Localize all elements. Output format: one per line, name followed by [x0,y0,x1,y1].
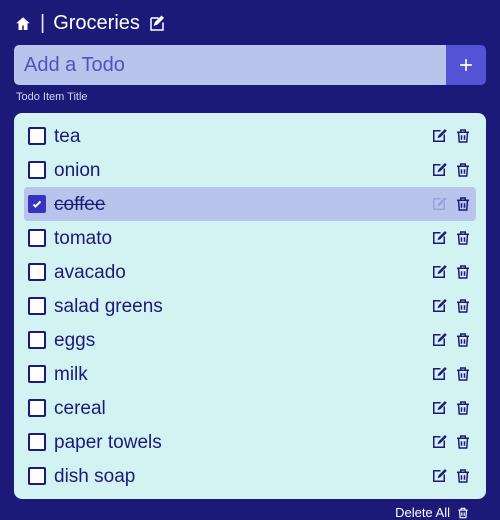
list-item: onion [24,153,476,187]
checkbox[interactable] [28,127,46,145]
checkbox[interactable] [28,195,46,213]
item-actions [430,297,472,315]
add-todo-button[interactable] [446,45,486,85]
edit-icon[interactable] [430,467,448,485]
trash-icon[interactable] [454,433,472,451]
trash-icon[interactable] [454,161,472,179]
item-label: milk [54,365,422,384]
list-item: milk [24,357,476,391]
edit-icon[interactable] [430,331,448,349]
todo-list: tea onion coffee tomato avacado salad greens e… [14,113,486,499]
home-icon[interactable] [14,15,32,33]
delete-all-button[interactable]: Delete All [395,505,450,520]
checkbox[interactable] [28,467,46,485]
list-item: eggs [24,323,476,357]
trash-icon[interactable] [454,263,472,281]
checkbox[interactable] [28,263,46,281]
add-todo-input[interactable] [14,45,446,85]
list-item: tomato [24,221,476,255]
input-helper-text: Todo Item Title [16,91,486,103]
list-item: salad greens [24,289,476,323]
list-item: coffee [24,187,476,221]
list-item: tea [24,119,476,153]
item-actions [430,229,472,247]
list-item: paper towels [24,425,476,459]
list-item: cereal [24,391,476,425]
trash-icon[interactable] [454,127,472,145]
item-label: cereal [54,399,422,418]
trash-icon[interactable] [456,506,470,520]
edit-icon[interactable] [430,297,448,315]
checkbox[interactable] [28,229,46,247]
item-actions [430,365,472,383]
add-todo-row [14,45,486,85]
trash-icon[interactable] [454,229,472,247]
checkbox[interactable] [28,297,46,315]
item-label: eggs [54,331,422,350]
checkbox[interactable] [28,399,46,417]
trash-icon[interactable] [454,331,472,349]
checkbox[interactable] [28,365,46,383]
edit-icon[interactable] [430,161,448,179]
trash-icon[interactable] [454,195,472,213]
footer: Delete All [14,499,486,520]
breadcrumb-separator: | [40,12,45,35]
trash-icon[interactable] [454,399,472,417]
checkbox[interactable] [28,433,46,451]
edit-icon[interactable] [430,195,448,213]
item-label: avacado [54,263,422,282]
item-label: tomato [54,229,422,248]
list-item: dish soap [24,459,476,493]
checkbox[interactable] [28,331,46,349]
breadcrumb: | Groceries [14,12,486,35]
list-item: avacado [24,255,476,289]
item-actions [430,399,472,417]
edit-list-icon[interactable] [148,15,166,33]
item-label: salad greens [54,297,422,316]
item-label: onion [54,161,422,180]
trash-icon[interactable] [454,297,472,315]
plus-icon [456,55,476,75]
item-actions [430,161,472,179]
item-label: tea [54,127,422,146]
list-title: Groceries [53,12,140,35]
trash-icon[interactable] [454,365,472,383]
edit-icon[interactable] [430,433,448,451]
trash-icon[interactable] [454,467,472,485]
item-label: dish soap [54,467,422,486]
item-label: paper towels [54,433,422,452]
edit-icon[interactable] [430,399,448,417]
edit-icon[interactable] [430,229,448,247]
item-actions [430,433,472,451]
edit-icon[interactable] [430,127,448,145]
item-actions [430,195,472,213]
item-actions [430,467,472,485]
edit-icon[interactable] [430,365,448,383]
edit-icon[interactable] [430,263,448,281]
checkbox[interactable] [28,161,46,179]
item-actions [430,263,472,281]
item-actions [430,127,472,145]
item-actions [430,331,472,349]
item-label: coffee [54,195,422,214]
